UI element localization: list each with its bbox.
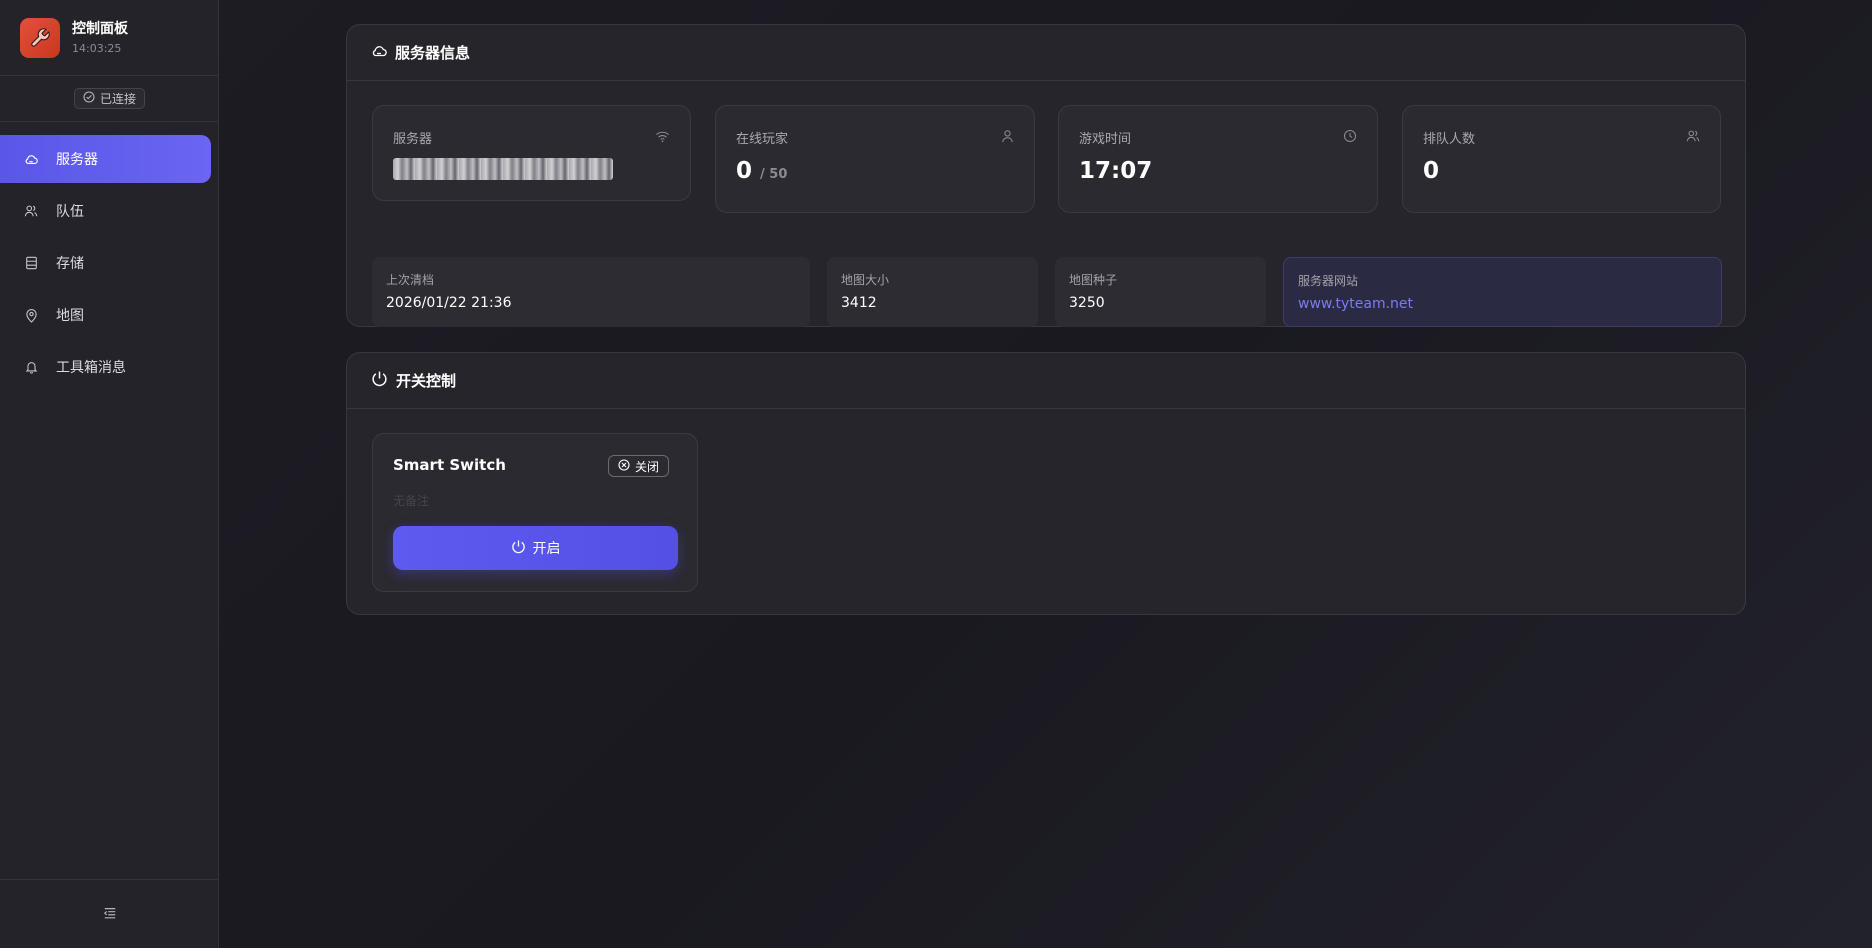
info-last-wipe: 上次清档 2026/01/22 21:36 bbox=[372, 257, 810, 327]
turn-on-label: 开启 bbox=[532, 541, 561, 557]
brand-header: 控制面板 14:03:25 bbox=[0, 0, 219, 76]
cloud-icon bbox=[371, 43, 387, 63]
server-address-blurred bbox=[393, 158, 613, 180]
users-icon bbox=[24, 204, 38, 218]
website-link[interactable]: www.tyteam.net bbox=[1298, 296, 1413, 312]
info-value: 2026/01/22 21:36 bbox=[386, 295, 512, 311]
check-circle-icon bbox=[83, 91, 95, 106]
user-icon bbox=[1001, 128, 1014, 147]
switch-name: Smart Switch bbox=[393, 456, 506, 474]
turn-on-button[interactable]: 开启 bbox=[393, 526, 678, 570]
queue-users-icon bbox=[1686, 128, 1700, 147]
cloud-icon bbox=[24, 152, 38, 166]
stat-label: 排队人数 bbox=[1423, 132, 1476, 147]
collapse-menu-icon[interactable] bbox=[103, 905, 117, 924]
switch-control-header: 开关控制 bbox=[347, 353, 1745, 409]
info-value: 3412 bbox=[841, 295, 877, 311]
stat-card-players: 在线玩家 0 / 50 bbox=[715, 105, 1035, 213]
app-root: 控制面板 14:03:25 已连接 服务器 队伍 存储 地图 工具箱消息 服务器… bbox=[0, 0, 1872, 948]
info-map-size: 地图大小 3412 bbox=[827, 257, 1038, 327]
info-map-seed: 地图种子 3250 bbox=[1055, 257, 1266, 327]
sidebar-item-label: 服务器 bbox=[56, 152, 98, 168]
panel-title: 服务器信息 bbox=[395, 44, 471, 62]
map-pin-icon bbox=[24, 308, 38, 323]
stat-label: 服务器 bbox=[393, 132, 433, 147]
info-website: 服务器网站 www.tyteam.net bbox=[1283, 257, 1722, 327]
storage-icon bbox=[24, 256, 38, 270]
switch-control-panel: 开关控制 Smart Switch 关闭 无备注 开启 bbox=[346, 352, 1746, 615]
wrench-icon bbox=[20, 18, 60, 58]
queue-value: 0 bbox=[1423, 158, 1440, 184]
sidebar-item-label: 地图 bbox=[56, 308, 84, 324]
sidebar-nav: 服务器 队伍 存储 地图 工具箱消息 bbox=[0, 135, 219, 395]
game-time-value: 17:07 bbox=[1079, 158, 1153, 184]
info-label: 地图种子 bbox=[1069, 273, 1118, 287]
app-title: 控制面板 bbox=[72, 21, 128, 37]
sidebar: 控制面板 14:03:25 已连接 服务器 队伍 存储 地图 工具箱消息 bbox=[0, 0, 219, 948]
sidebar-item-label: 工具箱消息 bbox=[56, 360, 126, 376]
switch-status-text: 关闭 bbox=[634, 459, 659, 474]
wifi-icon bbox=[655, 128, 670, 147]
info-label: 服务器网站 bbox=[1298, 274, 1359, 288]
clock-icon bbox=[1343, 128, 1357, 147]
smart-switch-card: Smart Switch 关闭 无备注 开启 bbox=[372, 433, 698, 592]
connection-row: 已连接 bbox=[0, 76, 219, 122]
stat-label: 在线玩家 bbox=[736, 132, 789, 147]
stat-card-server: 服务器 bbox=[372, 105, 691, 201]
x-circle-icon bbox=[618, 458, 630, 474]
connection-badge: 已连接 bbox=[73, 88, 145, 109]
connection-status-text: 已连接 bbox=[99, 92, 136, 106]
stat-card-queue: 排队人数 0 bbox=[1402, 105, 1721, 213]
sidebar-item-label: 队伍 bbox=[56, 204, 84, 220]
power-icon bbox=[371, 370, 388, 391]
online-players-count: 0 bbox=[736, 158, 753, 184]
sidebar-footer bbox=[0, 879, 219, 948]
switch-note: 无备注 bbox=[393, 494, 430, 508]
sidebar-item-team[interactable]: 队伍 bbox=[0, 187, 211, 235]
switch-status-badge: 关闭 bbox=[607, 455, 669, 477]
stat-card-game-time: 游戏时间 17:07 bbox=[1058, 105, 1378, 213]
info-value: 3250 bbox=[1069, 295, 1105, 311]
panel-title: 开关控制 bbox=[396, 372, 457, 390]
info-label: 地图大小 bbox=[841, 273, 890, 287]
server-info-header: 服务器信息 bbox=[347, 25, 1745, 81]
stat-value: 0 / 50 bbox=[736, 158, 787, 184]
sidebar-item-storage[interactable]: 存储 bbox=[0, 239, 211, 287]
sidebar-item-map[interactable]: 地图 bbox=[0, 291, 211, 339]
sidebar-item-toolbox[interactable]: 工具箱消息 bbox=[0, 343, 211, 391]
server-info-panel: 服务器信息 服务器 在线玩家 0 / 50 游戏时间 17:07 排队人数 0 … bbox=[346, 24, 1746, 327]
clock-time: 14:03:25 bbox=[72, 42, 122, 55]
power-icon bbox=[511, 539, 526, 558]
bell-icon bbox=[24, 360, 38, 374]
stat-label: 游戏时间 bbox=[1079, 132, 1132, 147]
max-players: / 50 bbox=[760, 167, 788, 182]
sidebar-item-label: 存储 bbox=[56, 256, 84, 272]
info-label: 上次清档 bbox=[386, 273, 435, 287]
sidebar-item-server[interactable]: 服务器 bbox=[0, 135, 211, 183]
